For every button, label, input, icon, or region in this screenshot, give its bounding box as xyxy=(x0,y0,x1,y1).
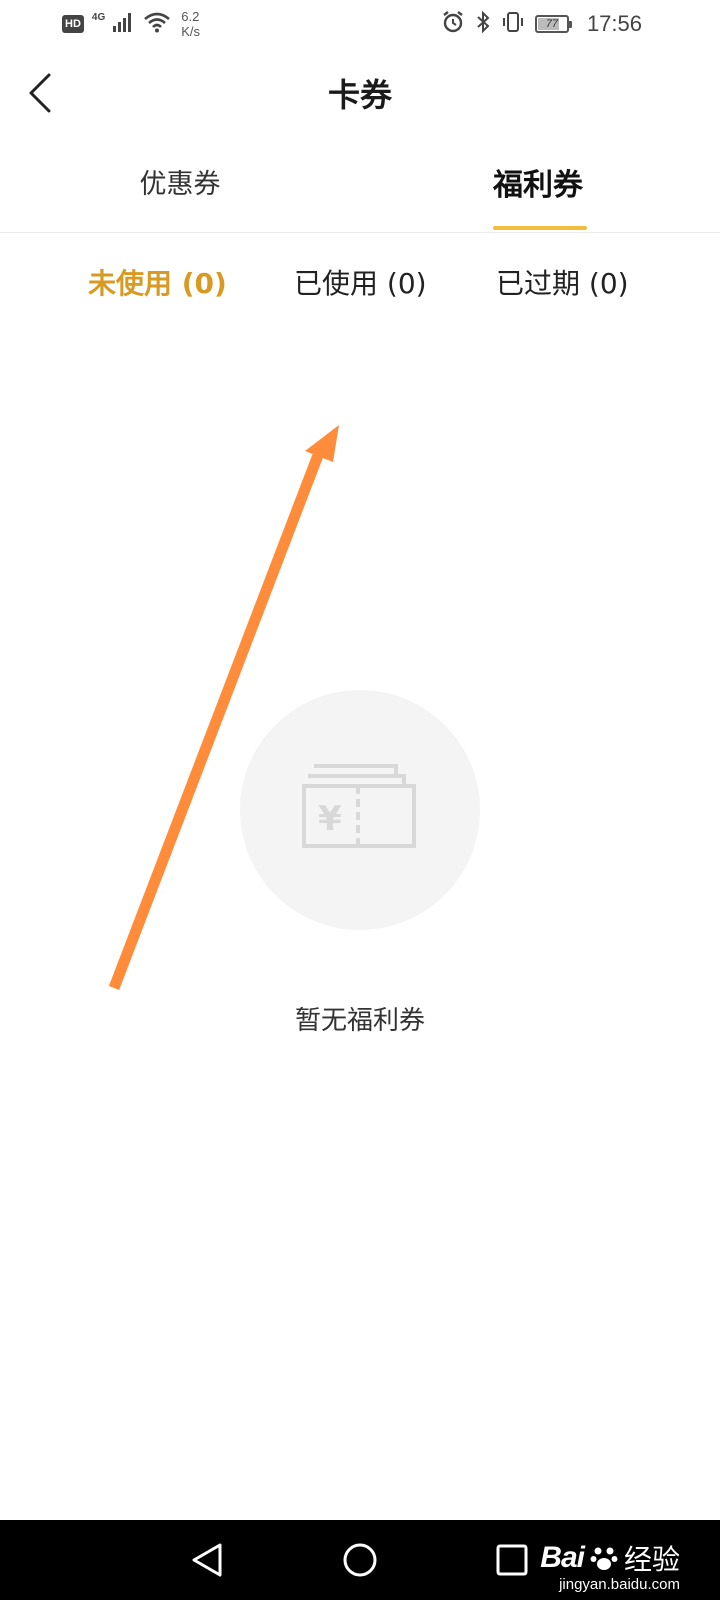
battery-level: 77 xyxy=(545,18,559,30)
nav-home-button[interactable] xyxy=(336,1536,384,1584)
system-navigation-bar: Bai 经验 jingyan.baidu.com xyxy=(0,1520,720,1600)
watermark-suffix: 经验 xyxy=(623,1543,680,1576)
yuan-symbol: ¥ xyxy=(318,799,342,839)
watermark-url: jingyan.baidu.com xyxy=(559,1576,680,1593)
coupon-yuan-icon: ¥ xyxy=(302,764,416,848)
baidu-jingyan-watermark: Bai 经验 xyxy=(540,1538,680,1578)
main-tabs: 优惠券 福利券 xyxy=(0,140,720,233)
wifi-icon xyxy=(143,11,171,37)
status-bar: HD 4G 6.2 K/s 77 17:56 xyxy=(0,0,720,48)
status-filters: 未使用 (0) 已使用 (0) 已过期 (0) xyxy=(0,232,720,316)
status-right: 77 17:56 xyxy=(441,8,642,40)
network-type-label: 4G xyxy=(91,11,106,23)
tab-coupons[interactable]: 优惠券 xyxy=(80,162,280,201)
nav-back-button[interactable] xyxy=(183,1536,231,1584)
nav-recent-button[interactable] xyxy=(488,1536,536,1584)
paw-icon xyxy=(590,1547,618,1570)
status-left: HD 4G 6.2 K/s xyxy=(62,8,200,40)
network-speed-unit: K/s xyxy=(181,24,201,39)
header: 卡券 xyxy=(0,48,720,140)
tab-welfare-coupons[interactable]: 福利券 xyxy=(438,160,638,204)
empty-state-illustration: ¥ xyxy=(240,690,480,930)
watermark-brand: Bai xyxy=(540,1541,585,1574)
nav-back-icon xyxy=(192,1543,222,1577)
filter-unused[interactable]: 未使用 (0) xyxy=(88,262,227,302)
network-speed: 6.2 K/s xyxy=(181,9,200,39)
nav-recent-icon xyxy=(496,1544,528,1576)
nav-home-icon xyxy=(343,1543,377,1577)
active-tab-indicator xyxy=(493,226,587,230)
vibrate-icon xyxy=(501,10,525,38)
signal-icon xyxy=(113,12,135,36)
alarm-icon xyxy=(441,10,465,38)
clock: 17:56 xyxy=(586,11,642,36)
page-title: 卡券 xyxy=(327,76,392,114)
filter-used[interactable]: 已使用 (0) xyxy=(294,262,427,302)
empty-state-message: 暂无福利券 xyxy=(294,1006,425,1036)
network-speed-value: 6.2 xyxy=(181,9,200,24)
filter-expired[interactable]: 已过期 (0) xyxy=(496,262,629,302)
bluetooth-icon xyxy=(475,10,491,38)
battery-icon: 77 xyxy=(534,15,572,33)
hd-badge: HD xyxy=(62,15,84,33)
